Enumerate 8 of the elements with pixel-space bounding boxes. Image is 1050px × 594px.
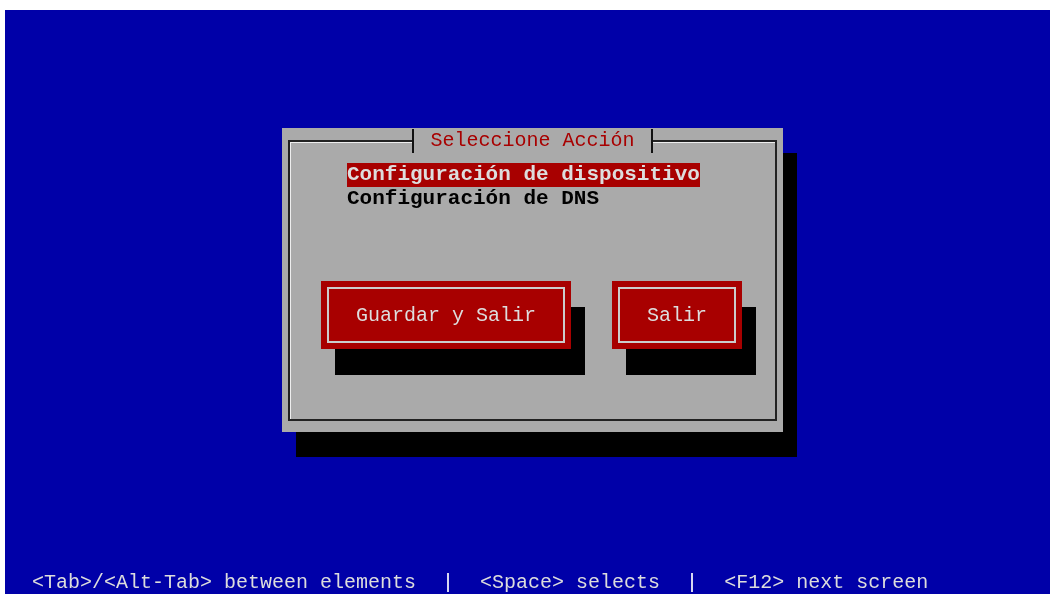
dialog-title: Seleccione Acción (412, 129, 653, 153)
help-separator: | (685, 572, 700, 594)
help-hint: <Tab>/<Alt-Tab> between elements (32, 572, 417, 594)
help-hint: <F12> next screen (724, 572, 929, 594)
menu-item[interactable]: Configuración de dispositivo (347, 163, 700, 187)
menu-item[interactable]: Configuración de DNS (347, 187, 600, 211)
help-hint: <Space> selects (480, 572, 661, 594)
help-separator: | (441, 572, 456, 594)
